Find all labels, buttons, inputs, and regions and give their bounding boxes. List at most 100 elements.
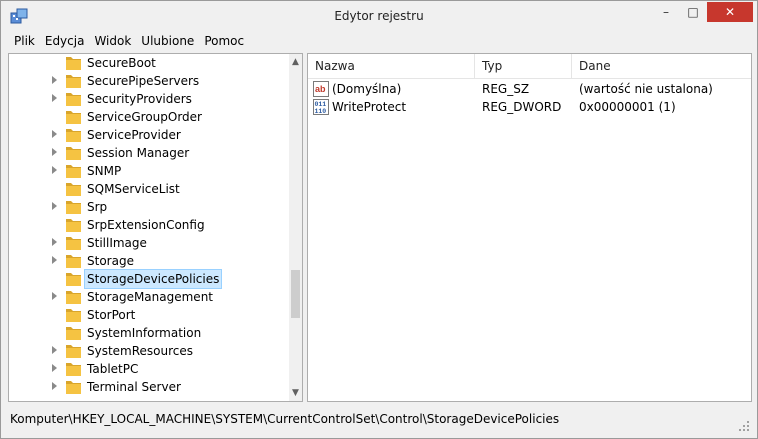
- folder-icon: [66, 237, 81, 250]
- header-divider: [308, 78, 751, 79]
- tree-item[interactable]: StorageDevicePolicies: [9, 269, 289, 289]
- menu-file[interactable]: Plik: [10, 32, 39, 51]
- expand-arrow-icon[interactable]: [52, 346, 57, 354]
- tree-item[interactable]: TabletPC: [9, 360, 289, 378]
- tree-item-label: SecurityProviders: [87, 92, 192, 106]
- tree-item-label: SecurePipeServers: [87, 74, 200, 88]
- value-data: (wartość nie ustalona): [579, 82, 713, 96]
- tree-item[interactable]: SystemInformation: [9, 324, 289, 342]
- value-row[interactable]: 011 110 WriteProtect REG_DWORD 0x00000001 (1…: [308, 98, 751, 116]
- registry-tree[interactable]: SecureBoot SecurePipeServers SecurityProvi…: [8, 53, 303, 402]
- folder-icon: [66, 255, 81, 268]
- expand-arrow-icon[interactable]: [52, 364, 57, 372]
- folder-icon: [66, 273, 81, 286]
- folder-icon: [66, 147, 81, 160]
- menu-help[interactable]: Pomoc: [200, 32, 248, 51]
- registry-editor-window: Edytor rejestru – □ ✕ Plik Edycja Widok Ulu…: [0, 0, 758, 439]
- tree-item-label: SrpExtensionConfig: [87, 218, 205, 232]
- expand-arrow-icon[interactable]: [52, 76, 57, 84]
- value-name: (Domyślna): [332, 82, 402, 96]
- tree-item[interactable]: Storage: [9, 252, 289, 270]
- scroll-thumb[interactable]: [291, 270, 300, 318]
- tree-item-label: StillImage: [87, 236, 147, 250]
- folder-icon: [66, 345, 81, 358]
- expand-arrow-icon[interactable]: [52, 166, 57, 174]
- expand-arrow-icon[interactable]: [52, 256, 57, 264]
- tree-item[interactable]: StorageManagement: [9, 288, 289, 306]
- tree-item[interactable]: SQMServiceList: [9, 180, 289, 198]
- tree-item-label: StorPort: [87, 308, 136, 322]
- tree-item[interactable]: SecurePipeServers: [9, 72, 289, 90]
- tree-item-label: StorageManagement: [87, 290, 213, 304]
- folder-icon: [66, 111, 81, 124]
- tree-item[interactable]: StillImage: [9, 234, 289, 252]
- tree-item[interactable]: Session Manager: [9, 144, 289, 162]
- value-type: REG_SZ: [482, 82, 530, 96]
- tree-item[interactable]: SNMP: [9, 162, 289, 180]
- status-bar: Komputer\HKEY_LOCAL_MACHINE\SYSTEM\Curre…: [8, 406, 752, 434]
- expand-arrow-icon[interactable]: [52, 292, 57, 300]
- expand-arrow-icon[interactable]: [52, 148, 57, 156]
- menu-view[interactable]: Widok: [90, 32, 135, 51]
- folder-icon: [66, 219, 81, 232]
- scroll-down-icon[interactable]: ▼: [289, 385, 302, 401]
- tree-item-label: ServiceGroupOrder: [87, 110, 202, 124]
- window-title: Edytor rejestru: [334, 9, 424, 23]
- scroll-up-icon[interactable]: ▲: [289, 54, 302, 70]
- folder-icon: [66, 129, 81, 142]
- values-list[interactable]: Nazwa Typ Dane ab (Domyślna) REG_SZ (wartoś…: [307, 53, 752, 402]
- expand-arrow-icon[interactable]: [52, 382, 57, 390]
- folder-icon: [66, 327, 81, 340]
- menu-bar: Plik Edycja Widok Ulubione Pomoc: [8, 32, 752, 53]
- tree-item[interactable]: SrpExtensionConfig: [9, 216, 289, 234]
- close-button[interactable]: ✕: [707, 2, 753, 22]
- tree-item-label: Srp: [87, 200, 108, 214]
- status-path: Komputer\HKEY_LOCAL_MACHINE\SYSTEM\Curre…: [10, 412, 560, 426]
- tree-scrollbar[interactable]: ▲ ▼: [289, 54, 302, 401]
- string-value-icon: ab: [313, 81, 329, 97]
- minimize-button[interactable]: –: [653, 2, 679, 22]
- tree-item-label: StorageDevicePolicies: [83, 269, 223, 289]
- folder-icon: [66, 93, 81, 106]
- expand-arrow-icon[interactable]: [52, 238, 57, 246]
- tree-item[interactable]: ServiceProvider: [9, 126, 289, 144]
- column-header-name[interactable]: Nazwa: [308, 54, 475, 78]
- tree-item[interactable]: SystemResources: [9, 342, 289, 360]
- tree-item-label: SNMP: [87, 164, 122, 178]
- expand-arrow-icon[interactable]: [52, 94, 57, 102]
- value-name: WriteProtect: [332, 100, 407, 114]
- tree-item-label: SecureBoot: [87, 56, 156, 70]
- tree-item-label: Storage: [87, 254, 134, 268]
- folder-icon: [66, 57, 81, 70]
- column-header-type[interactable]: Typ: [475, 54, 572, 78]
- title-bar[interactable]: Edytor rejestru – □ ✕: [1, 1, 757, 31]
- value-data: 0x00000001 (1): [579, 100, 676, 114]
- svg-text:011: 011: [315, 101, 327, 108]
- column-header-data[interactable]: Dane: [572, 54, 751, 78]
- menu-edit[interactable]: Edycja: [41, 32, 89, 51]
- tree-item[interactable]: Terminal Server: [9, 378, 289, 396]
- folder-icon: [66, 183, 81, 196]
- tree-item[interactable]: StorPort: [9, 306, 289, 324]
- folder-icon: [66, 75, 81, 88]
- expand-arrow-icon[interactable]: [52, 202, 57, 210]
- folder-icon: [66, 309, 81, 322]
- tree-item-label: SystemResources: [87, 344, 194, 358]
- tree-item[interactable]: ServiceGroupOrder: [9, 108, 289, 126]
- folder-icon: [66, 201, 81, 214]
- tree-item-label: ServiceProvider: [87, 128, 181, 142]
- tree-item[interactable]: SecureBoot: [9, 54, 289, 72]
- tree-item-label: SystemInformation: [87, 326, 202, 340]
- resize-grip-icon[interactable]: [738, 420, 750, 432]
- binary-value-icon: 011110: [313, 99, 329, 115]
- menu-favorites[interactable]: Ulubione: [137, 32, 198, 51]
- maximize-button[interactable]: □: [680, 2, 706, 22]
- tree-item[interactable]: SecurityProviders: [9, 90, 289, 108]
- tree-item-label: TabletPC: [87, 362, 139, 376]
- svg-text:110: 110: [315, 108, 327, 115]
- tree-item[interactable]: Srp: [9, 198, 289, 216]
- folder-icon: [66, 291, 81, 304]
- tree-item-label: SQMServiceList: [87, 182, 180, 196]
- expand-arrow-icon[interactable]: [52, 130, 57, 138]
- value-row[interactable]: ab (Domyślna) REG_SZ (wartość nie ustalona): [308, 80, 751, 98]
